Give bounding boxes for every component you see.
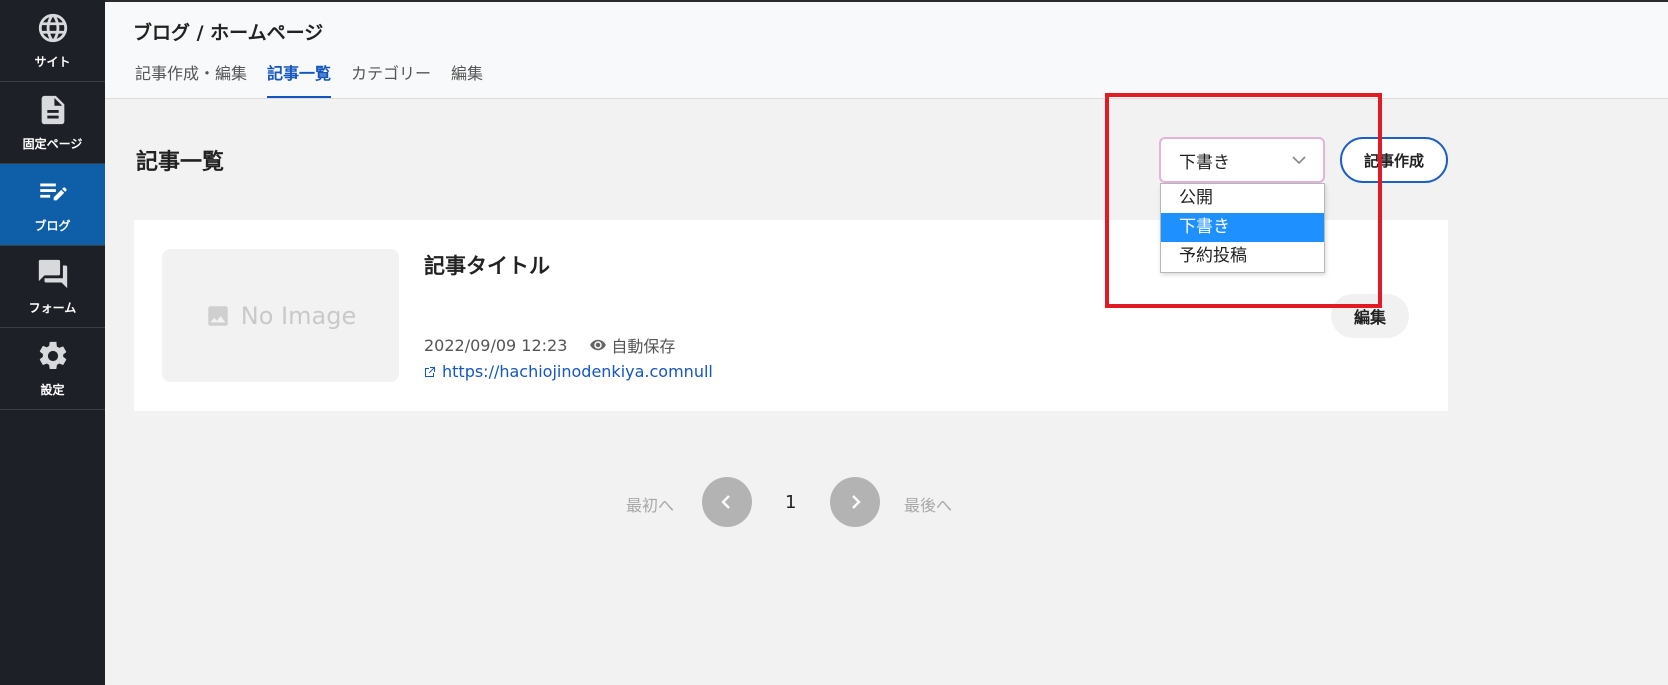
pagination-last[interactable]: 最後へ — [904, 492, 952, 516]
external-link-icon — [425, 366, 435, 377]
eye-icon — [590, 339, 607, 351]
tab-category[interactable]: カテゴリー — [351, 60, 431, 98]
page-header: ブログ / ホームページ 記事作成・編集 記事一覧 カテゴリー 編集 — [105, 0, 1668, 99]
page-title: 記事一覧 — [136, 150, 225, 175]
article-thumbnail: No Image — [162, 249, 399, 382]
sidebar-item-form[interactable]: フォーム — [0, 246, 105, 328]
tab-create-edit[interactable]: 記事作成・編集 — [135, 60, 247, 98]
article-datetime: 2022/09/09 12:23 — [424, 335, 568, 355]
breadcrumb: ブログ / ホームページ — [133, 22, 324, 44]
tab-article-list[interactable]: 記事一覧 — [267, 60, 332, 98]
sidebar-item-label: 固定ページ — [22, 137, 83, 151]
article-url: https://hachiojinodenkiya.comnull — [442, 362, 713, 381]
sidebar-item-label: フォーム — [28, 301, 77, 315]
sidebar-item-label: サイト — [34, 55, 71, 69]
sidebar-item-blog[interactable]: ブログ — [0, 164, 105, 246]
no-image-text: No Image — [240, 301, 357, 330]
sidebar: サイト 固定ページ ブログ フォーム 設定 — [0, 0, 105, 685]
chevron-left-icon — [721, 495, 730, 509]
article-meta: 2022/09/09 12:23 自動保存 — [424, 333, 675, 357]
sidebar-item-settings[interactable]: 設定 — [0, 328, 105, 410]
image-icon — [208, 305, 228, 326]
document-icon — [41, 95, 64, 125]
highlight-box — [1105, 93, 1382, 308]
sidebar-item-site[interactable]: サイト — [0, 0, 105, 82]
article-status: 自動保存 — [611, 337, 676, 356]
article-title[interactable]: 記事タイトル — [424, 250, 550, 280]
chat-icon — [38, 259, 67, 289]
article-url-link[interactable]: https://hachiojinodenkiya.comnull — [424, 362, 713, 381]
gear-icon — [39, 341, 66, 370]
pagination-first[interactable]: 最初へ — [626, 492, 674, 516]
tab-edit[interactable]: 編集 — [451, 60, 483, 98]
sidebar-item-label: 設定 — [40, 383, 65, 397]
tab-bar: 記事作成・編集 記事一覧 カテゴリー 編集 — [135, 60, 503, 98]
sidebar-item-fixed-page[interactable]: 固定ページ — [0, 82, 105, 164]
globe-icon — [38, 13, 67, 43]
pagination-prev-button[interactable] — [702, 477, 752, 527]
blog-edit-icon — [39, 183, 67, 201]
pagination-current-page[interactable]: 1 — [785, 492, 796, 513]
pagination-next-button[interactable] — [830, 477, 880, 527]
chevron-right-icon — [852, 495, 861, 509]
sidebar-item-label: ブログ — [34, 219, 71, 233]
